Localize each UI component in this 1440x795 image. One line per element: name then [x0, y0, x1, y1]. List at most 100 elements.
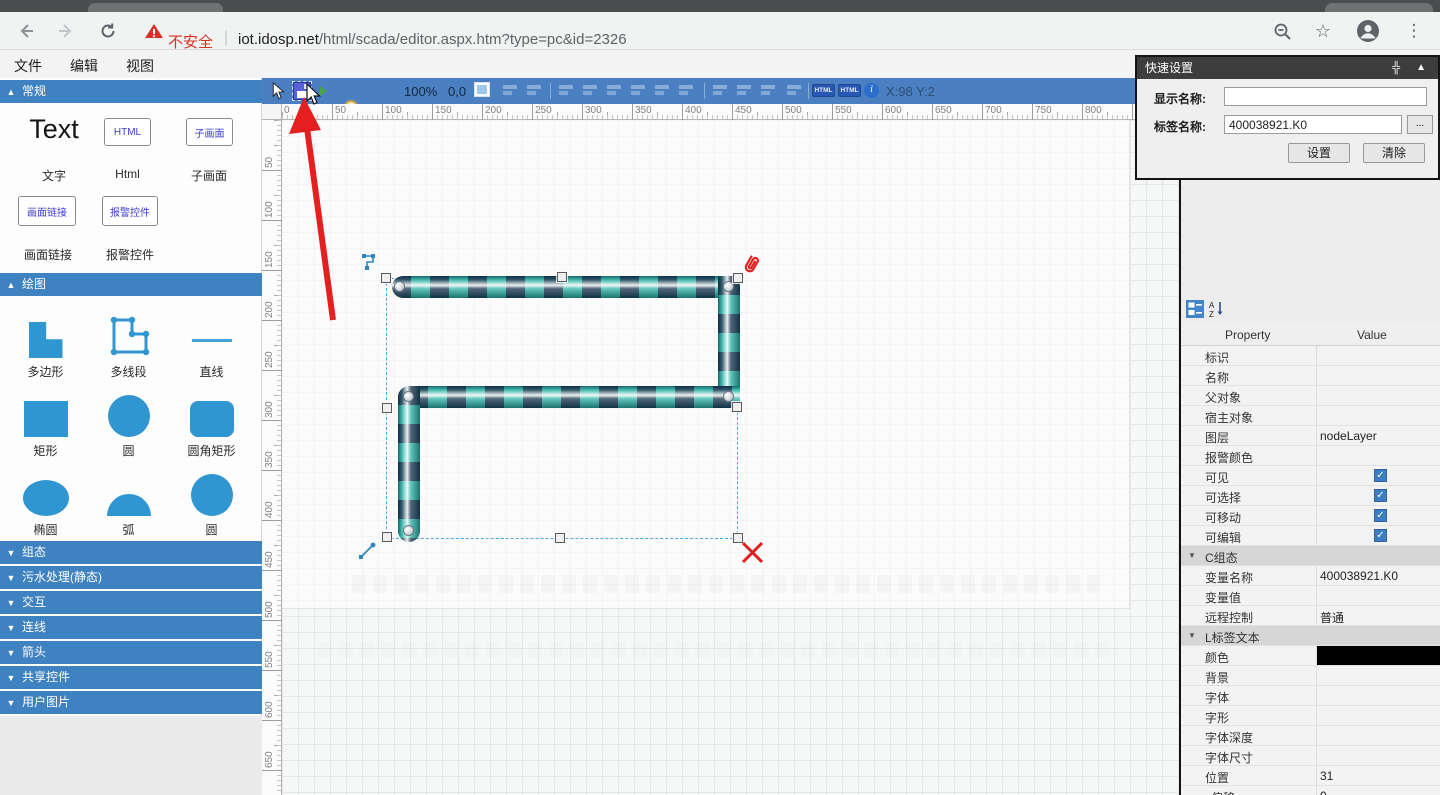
section-header-箭头[interactable]: ▼箭头 [0, 641, 262, 664]
pipe-segment[interactable] [409, 386, 740, 408]
pipe-joint[interactable] [394, 281, 405, 292]
run-tool-icon[interactable] [320, 86, 327, 96]
palette-item-text[interactable]: Text [18, 114, 90, 145]
property-checkbox[interactable]: ✓ [1374, 469, 1387, 482]
property-row-变量名称[interactable]: 变量名称400038921.K0 [1181, 566, 1440, 586]
pipe-joint[interactable] [403, 525, 414, 536]
property-section-L标签文本[interactable]: ▼L标签文本 [1181, 626, 1440, 646]
property-row-可见[interactable]: 可见✓ [1181, 466, 1440, 486]
property-checkbox[interactable]: ✓ [1374, 489, 1387, 502]
property-row-报警颜色[interactable]: 报警颜色 [1181, 446, 1440, 466]
shape-tool-ellipse[interactable]: 椭圆 [4, 463, 87, 542]
shape-tool-line[interactable]: 直线 [170, 305, 253, 384]
section-header-用户图片[interactable]: ▼用户图片 [0, 691, 262, 714]
resize-handle-sw[interactable] [382, 532, 392, 542]
property-row-背景[interactable]: 背景 [1181, 666, 1440, 686]
quick-settings-titlebar[interactable]: 快速设置 ╬ ▲ [1137, 57, 1438, 79]
forward-icon[interactable] [54, 19, 78, 43]
dock-panel-icon[interactable]: ╬ [1392, 57, 1400, 79]
resize-handle-w[interactable] [382, 403, 392, 413]
bookmark-star-icon[interactable]: ☆ [1311, 19, 1335, 43]
property-row-字体[interactable]: 字体 [1181, 686, 1440, 706]
menu-item-编辑[interactable]: 编辑 [56, 50, 112, 76]
back-icon[interactable] [14, 19, 38, 43]
property-section-C组态[interactable]: ▼C组态 [1181, 546, 1440, 566]
refresh-icon[interactable] [96, 19, 120, 43]
shape-tool-rect[interactable]: 矩形 [4, 384, 87, 463]
resize-handle-se[interactable] [733, 533, 743, 543]
section-header-交互[interactable]: ▼交互 [0, 591, 262, 614]
property-row-可选择[interactable]: 可选择✓ [1181, 486, 1440, 506]
property-row-名称[interactable]: 名称 [1181, 366, 1440, 386]
browser-menu-icon[interactable]: ⋮ [1402, 19, 1426, 43]
color-swatch[interactable] [1317, 646, 1440, 665]
resize-handle-n[interactable] [557, 272, 567, 282]
info-icon[interactable]: i [864, 83, 879, 98]
resize-handle-nw[interactable] [381, 273, 391, 283]
resize-handle-e[interactable] [732, 402, 742, 412]
palette-item-subscreen[interactable]: 子画面 [186, 118, 233, 146]
pointer-tool-icon[interactable] [270, 82, 286, 105]
property-row-宿主对象[interactable]: 宿主对象 [1181, 406, 1440, 426]
display-name-input[interactable] [1224, 87, 1427, 106]
property-row-颜色[interactable]: 颜色 [1181, 646, 1440, 666]
section-header-draw[interactable]: ▲绘图 [0, 273, 262, 296]
property-row-字形[interactable]: 字形 [1181, 706, 1440, 726]
palette-item-alarm[interactable]: 报警控件 [102, 196, 158, 226]
property-row-位置[interactable]: 位置31 [1181, 766, 1440, 786]
pipe-joint[interactable] [723, 391, 734, 402]
property-row-可移动[interactable]: 可移动✓ [1181, 506, 1440, 526]
categorized-view-icon[interactable] [1186, 300, 1204, 318]
browser-tab[interactable] [1325, 3, 1433, 12]
address-bar[interactable]: iot.idosp.net/html/scada/editor.aspx.htm… [238, 31, 627, 48]
property-row-图层[interactable]: 图层nodeLayer [1181, 426, 1440, 446]
section-header-共享控件[interactable]: ▼共享控件 [0, 666, 262, 689]
property-row-y偏移[interactable]: y偏移0 [1181, 786, 1440, 795]
property-row-标识[interactable]: 标识 [1181, 346, 1440, 366]
property-row-字体尺寸[interactable]: 字体尺寸 [1181, 746, 1440, 766]
property-value[interactable]: 31 [1320, 769, 1333, 783]
palette-item-screenlink[interactable]: 画面链接 [18, 196, 76, 226]
property-value[interactable]: nodeLayer [1320, 429, 1377, 443]
resize-handle-ne[interactable] [733, 273, 743, 283]
property-row-可编辑[interactable]: 可编辑✓ [1181, 526, 1440, 546]
shape-tool-rrect[interactable]: 圆角矩形 [170, 384, 253, 463]
shape-tool-circle[interactable]: 圆 [170, 463, 253, 542]
shape-tool-polyline[interactable]: 多线段 [87, 305, 170, 384]
property-checkbox[interactable]: ✓ [1374, 509, 1387, 522]
shape-tool-circle[interactable]: 圆 [87, 384, 170, 463]
property-row-父对象[interactable]: 父对象 [1181, 386, 1440, 406]
shape-tool-arc[interactable]: 弧 [87, 463, 170, 542]
browse-tag-button[interactable]: ... [1407, 115, 1433, 134]
clear-button[interactable]: 清除 [1363, 143, 1425, 163]
resize-handle-s[interactable] [555, 533, 565, 543]
menu-item-文件[interactable]: 文件 [0, 50, 56, 76]
section-header-连线[interactable]: ▼连线 [0, 616, 262, 639]
collapse-panel-icon[interactable]: ▲ [1416, 57, 1426, 79]
pipe-joint[interactable] [403, 391, 414, 402]
scale-object-icon[interactable] [358, 540, 378, 560]
sort-az-icon[interactable]: A Z [1208, 300, 1226, 318]
property-value[interactable]: 0 [1320, 789, 1327, 795]
property-value[interactable]: 400038921.K0 [1320, 569, 1398, 583]
property-row-变量值[interactable]: 变量值 [1181, 586, 1440, 606]
property-value[interactable]: 普通 [1320, 609, 1344, 626]
section-header-污水处理(静态)[interactable]: ▼污水处理(静态) [0, 566, 262, 589]
section-header-general[interactable]: ▲常规 [0, 80, 262, 103]
pipe-segment[interactable] [398, 386, 420, 542]
section-header-组态[interactable]: ▼组态 [0, 541, 262, 564]
property-checkbox[interactable]: ✓ [1374, 529, 1387, 542]
shape-tool-polygon[interactable]: 多边形 [4, 305, 87, 384]
html-source-icon[interactable]: HTML [838, 84, 861, 97]
canvas-settings-icon[interactable] [474, 82, 490, 97]
tag-name-input[interactable] [1224, 115, 1402, 134]
design-canvas[interactable] [282, 120, 1179, 795]
profile-avatar-icon[interactable] [1356, 19, 1380, 43]
set-button[interactable]: 设置 [1288, 143, 1350, 163]
property-row-字体深度[interactable]: 字体深度 [1181, 726, 1440, 746]
html-view-icon[interactable]: HTML [812, 84, 835, 97]
browser-tab[interactable] [88, 3, 223, 12]
save-tool-icon[interactable] [293, 82, 311, 100]
zoom-page-icon[interactable] [1270, 19, 1294, 43]
edit-vertices-icon[interactable] [360, 252, 380, 272]
